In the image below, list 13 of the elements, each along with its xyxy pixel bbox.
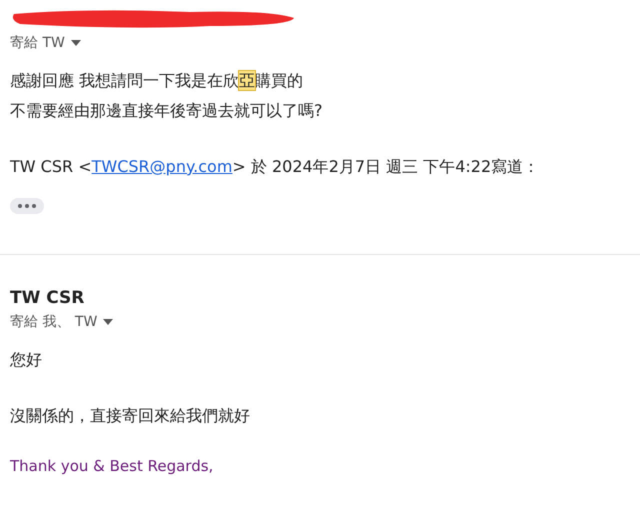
dropdown-caret-icon[interactable] bbox=[70, 40, 81, 46]
email-link[interactable]: TWCSR@pny.com bbox=[92, 157, 232, 176]
dropdown-caret-icon[interactable] bbox=[103, 319, 114, 325]
signature-text: Thank you & Best Regards, bbox=[10, 457, 214, 475]
show-trimmed-content-button[interactable] bbox=[10, 198, 44, 214]
message-text: 不需要經由那邊直接年後寄過去就可以了嗎? bbox=[10, 100, 324, 122]
message-text: 您好 bbox=[10, 349, 43, 371]
recipients-text: 寄給 我、 TW bbox=[10, 313, 98, 331]
sender-name: TW CSR bbox=[10, 287, 86, 309]
message-text: 沒關係的，直接寄回來給我們就好 bbox=[10, 405, 251, 427]
recipients-text: 寄給 TW bbox=[10, 34, 65, 52]
message-text: 感謝回應 我想請問一下我是在欣亞購買的 bbox=[10, 70, 304, 92]
quote-header: TW CSR <TWCSR@pny.com> 於 2024年2月7日 週三 下午4:22寫道： bbox=[10, 156, 540, 178]
